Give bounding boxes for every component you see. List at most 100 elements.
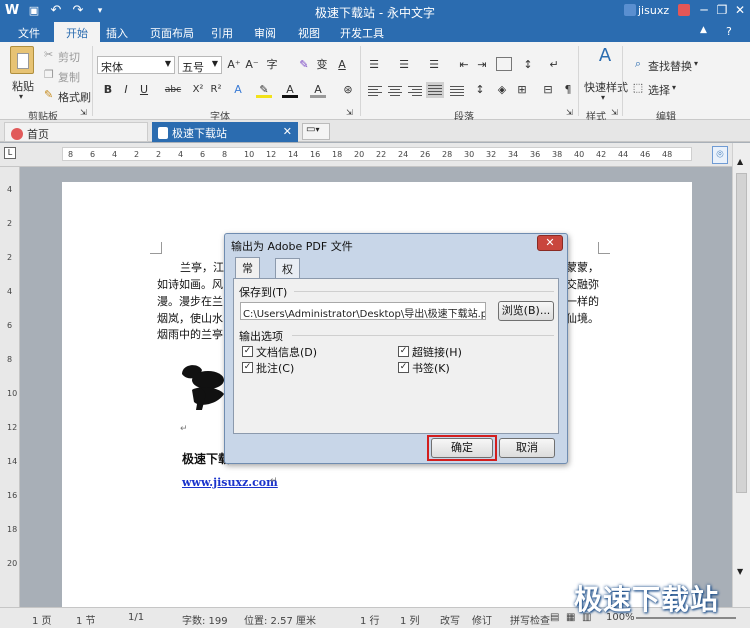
browse-button[interactable]: 浏览(B)... — [498, 301, 554, 321]
ok-button[interactable]: 确定 — [431, 438, 493, 458]
tab-general[interactable]: 常规 — [235, 257, 260, 291]
status-page[interactable]: 1 页 — [32, 612, 52, 627]
comments-checkbox[interactable]: ✓ — [242, 362, 253, 373]
hyperlink-checkbox[interactable]: ✓ — [398, 346, 409, 357]
shrink-font-icon[interactable]: A⁻ — [244, 57, 260, 73]
bold-button[interactable]: B — [100, 82, 116, 98]
status-position[interactable]: 位置: 2.57 厘米 — [244, 612, 316, 627]
new-document-button[interactable]: ▭▾ — [302, 123, 330, 140]
sort-icon[interactable]: ↕ — [520, 57, 536, 73]
ruler-corner[interactable]: L — [4, 147, 16, 159]
menu-page-layout[interactable]: 页面布局 — [150, 25, 194, 41]
grow-font-icon[interactable]: A⁺ — [226, 57, 242, 73]
scroll-down-icon[interactable]: ▼ — [737, 567, 743, 576]
help-icon[interactable]: ? — [726, 25, 732, 38]
status-section[interactable]: 1 节 — [76, 612, 96, 627]
underline-button[interactable]: U — [136, 82, 152, 98]
line-spacing-icon[interactable]: ↕ — [472, 82, 488, 98]
menu-home[interactable]: 开始 — [54, 22, 100, 42]
paragraph-launcher-icon[interactable]: ⇲ — [566, 108, 573, 117]
align-center-icon[interactable] — [388, 84, 402, 96]
format-painter-button[interactable]: 格式刷 — [58, 89, 91, 105]
menu-developer[interactable]: 开发工具 — [340, 25, 384, 41]
paste-dropdown-icon[interactable]: ▾ — [19, 92, 23, 101]
bullet-list-icon[interactable]: ☰ — [366, 57, 382, 73]
tab-permissions[interactable]: 权限设置 — [275, 258, 300, 324]
justify-icon[interactable] — [426, 82, 444, 98]
ribbon-collapse-icon[interactable]: ▲ — [700, 25, 707, 35]
pinyin-icon[interactable]: 字 — [264, 57, 280, 73]
restore-button[interactable]: ❐ — [714, 2, 730, 18]
status-words[interactable]: 字数: 199 — [182, 612, 228, 627]
select-button[interactable]: 选择 — [648, 82, 670, 98]
hyperlink-label[interactable]: 超链接(H) — [412, 344, 462, 360]
menu-review[interactable]: 审阅 — [254, 25, 276, 41]
shading-icon[interactable]: ◈ — [494, 82, 510, 98]
select-dropdown-icon[interactable]: ▾ — [672, 83, 676, 92]
styles-launcher-icon[interactable]: ⇲ — [611, 108, 618, 117]
vertical-ruler[interactable]: 4 2 2 4 6 8 10 12 14 16 18 20 — [0, 167, 20, 607]
cancel-button[interactable]: 取消 — [499, 438, 555, 458]
find-replace-dropdown-icon[interactable]: ▾ — [694, 59, 698, 68]
columns-icon[interactable]: ⊟ — [540, 82, 556, 98]
close-window-button[interactable]: ✕ — [732, 2, 748, 18]
increase-indent-icon[interactable]: ⇥ — [474, 57, 490, 73]
menu-file[interactable]: 文件 — [18, 25, 40, 41]
save-path-field[interactable]: C:\Users\Administrator\Desktop\导出\极速下载站.… — [240, 302, 486, 320]
status-spellcheck[interactable]: 拼写检查 — [510, 612, 550, 627]
clear-format-icon[interactable]: ✎ — [296, 57, 312, 73]
horizontal-ruler[interactable]: L ⌾ 8 6 4 2 2 4 6 8 10 12 14 16 18 20 22 24 26 28 30 32 34 36… — [0, 143, 750, 167]
font-color-icon[interactable]: A — [282, 82, 298, 98]
highlight-icon[interactable]: ✎ — [256, 82, 272, 98]
format-painter-icon[interactable]: ✎ — [44, 88, 53, 101]
clipboard-launcher-icon[interactable]: ⇲ — [80, 108, 87, 117]
scrollbar-thumb[interactable] — [736, 173, 747, 493]
copy-icon[interactable]: ❐ — [44, 68, 54, 81]
menu-references[interactable]: 引用 — [211, 25, 233, 41]
bookmark-checkbox[interactable]: ✓ — [398, 362, 409, 373]
strikethrough-button[interactable]: abc — [162, 82, 184, 98]
menu-insert[interactable]: 插入 — [106, 25, 128, 41]
status-overwrite[interactable]: 改写 — [440, 612, 460, 627]
copy-button[interactable]: 复制 — [58, 69, 80, 85]
tab-document[interactable]: 极速下载站 ✕ — [152, 122, 298, 142]
vertical-scrollbar[interactable]: ▲ ▼ — [732, 143, 750, 607]
cut-icon[interactable]: ✂ — [44, 48, 53, 61]
italic-button[interactable]: I — [118, 82, 134, 98]
status-revise[interactable]: 修订 — [472, 612, 492, 627]
font-launcher-icon[interactable]: ⇲ — [346, 108, 353, 117]
enclose-char-icon[interactable]: ⊛ — [340, 82, 356, 98]
bookmark-label[interactable]: 书签(K) — [412, 360, 450, 376]
cut-button[interactable]: 剪切 — [58, 49, 80, 65]
status-pages[interactable]: 1/1 — [128, 612, 144, 623]
view-mode-icon[interactable]: ▤ — [550, 612, 559, 623]
document-image[interactable] — [178, 360, 226, 410]
paste-icon[interactable] — [10, 46, 34, 74]
tab-home[interactable]: 首页 — [4, 122, 148, 142]
rotate-text-icon[interactable]: R² — [208, 82, 224, 98]
borders-icon[interactable]: ⊞ — [514, 82, 530, 98]
status-column[interactable]: 1 列 — [400, 612, 420, 627]
location-pin-icon[interactable]: ⌾ — [712, 146, 728, 164]
align-left-icon[interactable] — [368, 84, 382, 96]
font-name-select[interactable]: 宋体 ▼ — [97, 56, 175, 74]
comments-label[interactable]: 批注(C) — [256, 360, 294, 376]
find-replace-icon[interactable]: ⌕ — [630, 56, 646, 72]
docinfo-checkbox[interactable]: ✓ — [242, 346, 253, 357]
chinese-layout-icon[interactable] — [496, 57, 512, 71]
minimize-button[interactable]: ─ — [696, 2, 712, 18]
numbered-list-icon[interactable]: ☰ — [396, 57, 412, 73]
align-right-icon[interactable] — [408, 84, 422, 96]
distribute-icon[interactable] — [450, 84, 464, 96]
quick-styles-dropdown-icon[interactable]: ▾ — [601, 93, 605, 102]
scroll-up-icon[interactable]: ▲ — [737, 157, 743, 166]
user-name[interactable]: jisuxz — [638, 4, 669, 17]
show-marks-icon[interactable]: ↵ — [546, 57, 562, 73]
text-effect-icon[interactable]: A — [230, 82, 246, 98]
status-line[interactable]: 1 行 — [360, 612, 380, 627]
docinfo-label[interactable]: 文档信息(D) — [256, 344, 317, 360]
font-size-select[interactable]: 五号 ▼ — [178, 56, 222, 74]
find-replace-button[interactable]: 查找替换 — [648, 58, 692, 74]
superscript-button[interactable]: X² — [190, 82, 206, 98]
char-border-icon[interactable]: 变 — [314, 57, 330, 73]
